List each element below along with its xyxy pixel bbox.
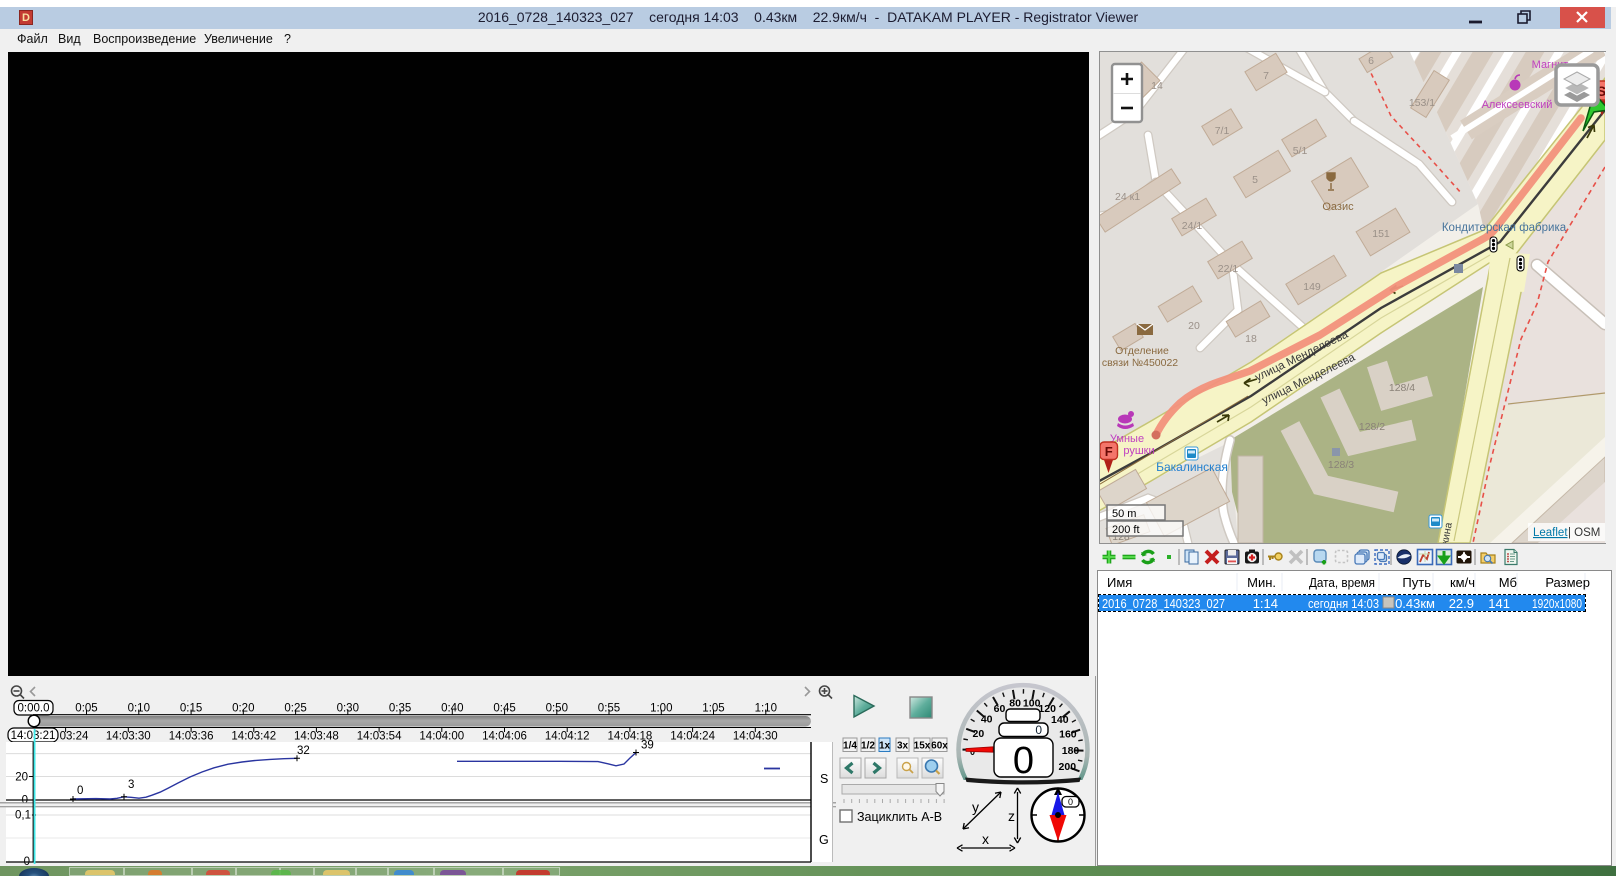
svg-text:14:03:21: 14:03:21 (11, 730, 56, 742)
svg-text:128/3: 128/3 (1328, 459, 1354, 471)
svg-text:связи №450022: связи №450022 (1102, 357, 1178, 369)
svg-text:80: 80 (1009, 697, 1021, 709)
svg-text:60x: 60x (931, 741, 948, 752)
svg-text:0: 0 (1013, 740, 1034, 782)
svg-text:14:04:00: 14:04:00 (419, 731, 464, 743)
svg-text:0,1: 0,1 (15, 810, 31, 822)
svg-text:14:04:24: 14:04:24 (670, 731, 715, 743)
svg-text:Оазис: Оазис (1322, 201, 1354, 213)
svg-text:140: 140 (1051, 714, 1069, 726)
svg-text:3x: 3x (897, 741, 909, 752)
svg-text:14:03:36: 14:03:36 (169, 731, 214, 743)
svg-text:14:04:30: 14:04:30 (733, 731, 778, 743)
svg-text:50 m: 50 m (1112, 508, 1136, 520)
svg-text:14:03:30: 14:03:30 (106, 731, 151, 743)
svg-text:| OSM: | OSM (1568, 527, 1600, 539)
svg-text:1/2: 1/2 (861, 741, 875, 752)
svg-text:22.9: 22.9 (1449, 596, 1474, 611)
svg-text:сегодня 14:03: сегодня 14:03 (1308, 596, 1379, 611)
svg-text:128/4: 128/4 (1389, 382, 1415, 394)
svg-text:6: 6 (1368, 55, 1374, 67)
svg-text:Бакалинская: Бакалинская (1156, 460, 1228, 474)
svg-text:кина: кина (1439, 521, 1455, 543)
svg-text:Leaflet: Leaflet (1533, 527, 1568, 539)
svg-text:S: S (820, 772, 828, 786)
svg-text:24/1: 24/1 (1182, 220, 1203, 232)
svg-text:G: G (819, 833, 829, 847)
svg-text:60: 60 (994, 703, 1006, 715)
svg-text:1:14: 1:14 (1253, 596, 1278, 611)
svg-text:20: 20 (1188, 320, 1200, 332)
svg-text:0: 0 (24, 856, 30, 866)
svg-text:20: 20 (973, 728, 985, 740)
svg-text:0.43км: 0.43км (1395, 596, 1435, 611)
svg-text:0: 0 (1035, 723, 1042, 737)
svg-text:Алексеевский: Алексеевский (1482, 99, 1553, 111)
svg-text:рушки: рушки (1123, 445, 1154, 457)
svg-text:03:24: 03:24 (60, 731, 89, 743)
svg-text:39: 39 (641, 740, 654, 752)
svg-text:Зациклить A-B: Зациклить A-B (857, 810, 942, 824)
svg-text:1x: 1x (879, 741, 891, 752)
svg-text:1920x1080: 1920x1080 (1532, 596, 1582, 611)
svg-text:141: 141 (1488, 596, 1510, 611)
svg-text:180: 180 (1062, 745, 1080, 757)
svg-text:14: 14 (1151, 80, 1163, 92)
svg-text:200 ft: 200 ft (1112, 524, 1140, 536)
svg-text:14:03:48: 14:03:48 (294, 731, 339, 743)
svg-text:0: 0 (77, 785, 83, 797)
svg-text:5: 5 (1252, 174, 1258, 186)
svg-text:22/1: 22/1 (1218, 263, 1239, 275)
svg-text:32: 32 (297, 745, 310, 757)
svg-text:Отделение: Отделение (1115, 345, 1169, 357)
svg-text:0: 0 (1068, 797, 1073, 807)
svg-text:200: 200 (1059, 761, 1077, 773)
svg-text:5/1: 5/1 (1293, 145, 1308, 157)
svg-text:7: 7 (1263, 70, 1269, 82)
svg-text:14:04:12: 14:04:12 (545, 731, 590, 743)
svg-text:128/2: 128/2 (1359, 421, 1385, 433)
svg-text:2016_0728_140323_027: 2016_0728_140323_027 (1102, 596, 1225, 611)
svg-text:40: 40 (981, 713, 993, 725)
svg-text:24 к1: 24 к1 (1115, 191, 1140, 203)
svg-text:15x: 15x (914, 741, 931, 752)
svg-text:18: 18 (1245, 333, 1257, 345)
svg-text:153/1: 153/1 (1409, 97, 1435, 109)
svg-text:14:04:06: 14:04:06 (482, 731, 527, 743)
svg-text:7/1: 7/1 (1215, 125, 1230, 137)
svg-text:3: 3 (128, 779, 134, 791)
svg-text:Кондитерская фабрика: Кондитерская фабрика (1442, 222, 1567, 234)
svg-text:1/4: 1/4 (843, 741, 857, 752)
svg-text:149: 149 (1303, 281, 1321, 293)
svg-text:x: x (982, 831, 989, 847)
svg-text:z: z (1008, 808, 1015, 824)
svg-text:улица Менделеева: улица Менделеева (1260, 351, 1357, 407)
svg-text:20: 20 (15, 772, 28, 784)
svg-text:14:03:54: 14:03:54 (357, 731, 402, 743)
svg-text:y: y (972, 799, 979, 815)
svg-text:160: 160 (1059, 729, 1077, 741)
svg-text:F: F (1105, 444, 1113, 459)
svg-text:0:00.0: 0:00.0 (18, 703, 50, 715)
svg-text:14:03:42: 14:03:42 (231, 731, 276, 743)
svg-text:151: 151 (1372, 228, 1390, 240)
